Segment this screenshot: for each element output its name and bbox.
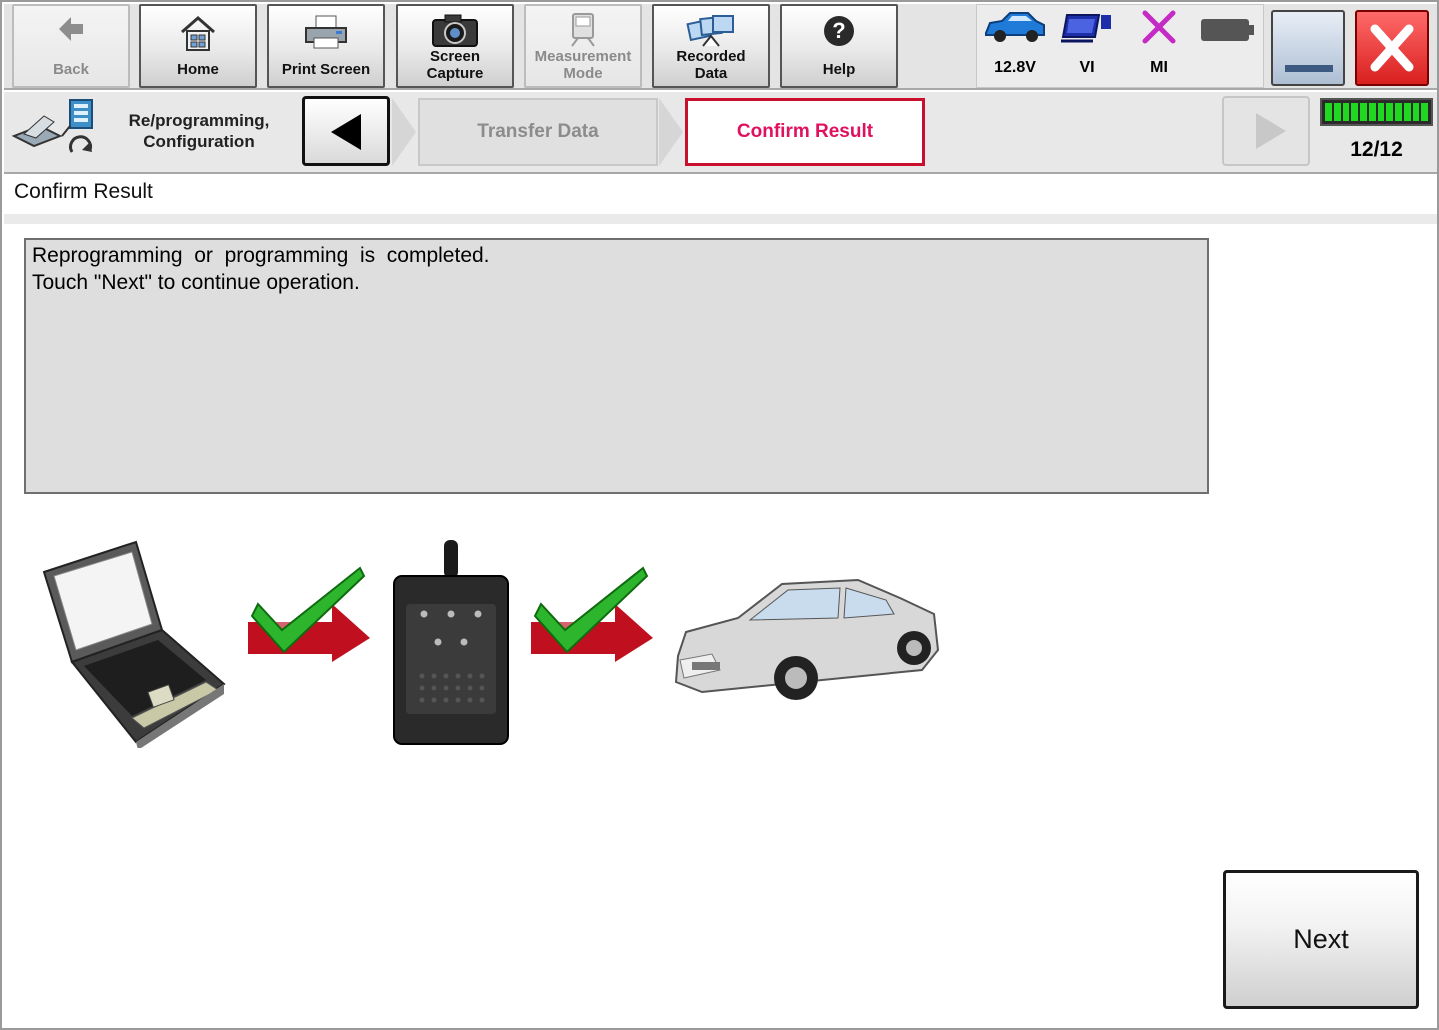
next-button[interactable]: Next — [1223, 870, 1419, 1009]
progress-segment — [1360, 103, 1367, 121]
recorded-data-button[interactable]: Recorded Data — [652, 4, 770, 88]
message-line-2: Touch "Next" to continue operation. — [32, 271, 360, 294]
step-confirm-result: Confirm Result — [685, 98, 925, 166]
reprogramming-module-icon — [10, 96, 102, 167]
step-progress-bar — [1320, 98, 1433, 126]
progress-segment — [1351, 103, 1358, 121]
step-chevron-2 — [659, 98, 683, 166]
close-icon — [1365, 19, 1419, 82]
measurement-meter-icon — [566, 12, 600, 53]
progress-segment — [1395, 103, 1402, 121]
print-screen-button[interactable]: Print Screen — [267, 4, 385, 88]
print-screen-label: Print Screen — [281, 61, 371, 78]
battery-status — [1191, 9, 1263, 87]
close-button[interactable] — [1355, 10, 1429, 86]
step-transfer-data: Transfer Data — [418, 98, 658, 166]
home-icon — [178, 14, 218, 57]
vi-label: VI — [1079, 59, 1095, 76]
progress-segment — [1421, 103, 1428, 121]
next-step-button[interactable] — [1222, 96, 1310, 166]
module-title-line-1: Re/programming, — [128, 111, 270, 130]
recorded-data-label-2: Data — [694, 65, 728, 82]
battery-voltage-status: 12.8V — [979, 9, 1051, 87]
progress-segment — [1325, 103, 1332, 121]
progress-segment — [1333, 103, 1341, 121]
minimize-icon — [1285, 65, 1333, 72]
screen-capture-button[interactable]: Screen Capture — [396, 4, 514, 88]
progress-segment — [1377, 103, 1385, 121]
help-label: Help — [822, 61, 856, 78]
step-counter: 12/12 — [1350, 138, 1403, 161]
vi-interface-icon — [1059, 9, 1115, 50]
vi-device-illustration — [392, 538, 510, 751]
status-panel: 12.8V VI MI — [976, 4, 1264, 88]
camera-icon — [429, 12, 481, 53]
step-navigation-bar: Re/programming, Configuration Transfer D… — [4, 92, 1437, 174]
previous-step-button[interactable] — [302, 96, 390, 166]
module-title: Re/programming, Configuration — [104, 110, 294, 152]
voltage-value: 12.8V — [994, 59, 1036, 76]
progress-segment — [1342, 103, 1350, 121]
measurement-mode-button[interactable]: Measurement Mode — [524, 4, 642, 88]
vi-status: VI — [1051, 9, 1123, 87]
back-arrow-icon — [56, 14, 86, 49]
vehicle-illustration — [672, 574, 944, 711]
step-progress: 12/12 — [1320, 98, 1433, 162]
measurement-mode-label-2: Mode — [563, 65, 603, 82]
left-triangle-icon — [327, 112, 367, 157]
step-chevron-1 — [392, 98, 416, 166]
car-icon — [982, 9, 1048, 50]
mi-status: MI — [1123, 9, 1195, 87]
progress-segment — [1386, 103, 1393, 121]
svg-text:?: ? — [832, 18, 845, 43]
mi-disconnected-x-icon — [1139, 9, 1179, 50]
message-line-1: Reprogramming or programming is complete… — [32, 244, 490, 267]
message-box: Reprogramming or programming is complete… — [24, 238, 1209, 494]
home-button[interactable]: Home — [139, 4, 257, 88]
help-question-icon: ? — [822, 14, 856, 53]
right-triangle-icon — [1250, 111, 1290, 156]
screen-capture-label-2: Capture — [426, 65, 484, 82]
help-button[interactable]: ? Help — [780, 4, 898, 88]
recorded-data-icon — [685, 12, 737, 53]
progress-segment — [1412, 103, 1420, 121]
progress-segment — [1403, 103, 1411, 121]
transfer-check-arrow-1 — [244, 564, 374, 669]
mi-label: MI — [1150, 59, 1168, 76]
module-title-line-2: Configuration — [143, 132, 255, 151]
battery-icon — [1197, 9, 1257, 50]
back-label: Back — [53, 61, 89, 78]
back-button[interactable]: Back — [12, 4, 130, 88]
main-toolbar: Back Home Print Screen Screen Capture Me… — [4, 4, 1437, 90]
page-title: Confirm Result — [14, 180, 153, 203]
app-window: Back Home Print Screen Screen Capture Me… — [0, 0, 1439, 1030]
title-divider — [4, 214, 1437, 224]
home-label: Home — [177, 61, 219, 78]
laptop-illustration — [40, 538, 230, 753]
minimize-button[interactable] — [1271, 10, 1345, 86]
progress-segment — [1368, 103, 1376, 121]
transfer-check-arrow-2 — [527, 564, 657, 669]
printer-icon — [302, 14, 350, 55]
